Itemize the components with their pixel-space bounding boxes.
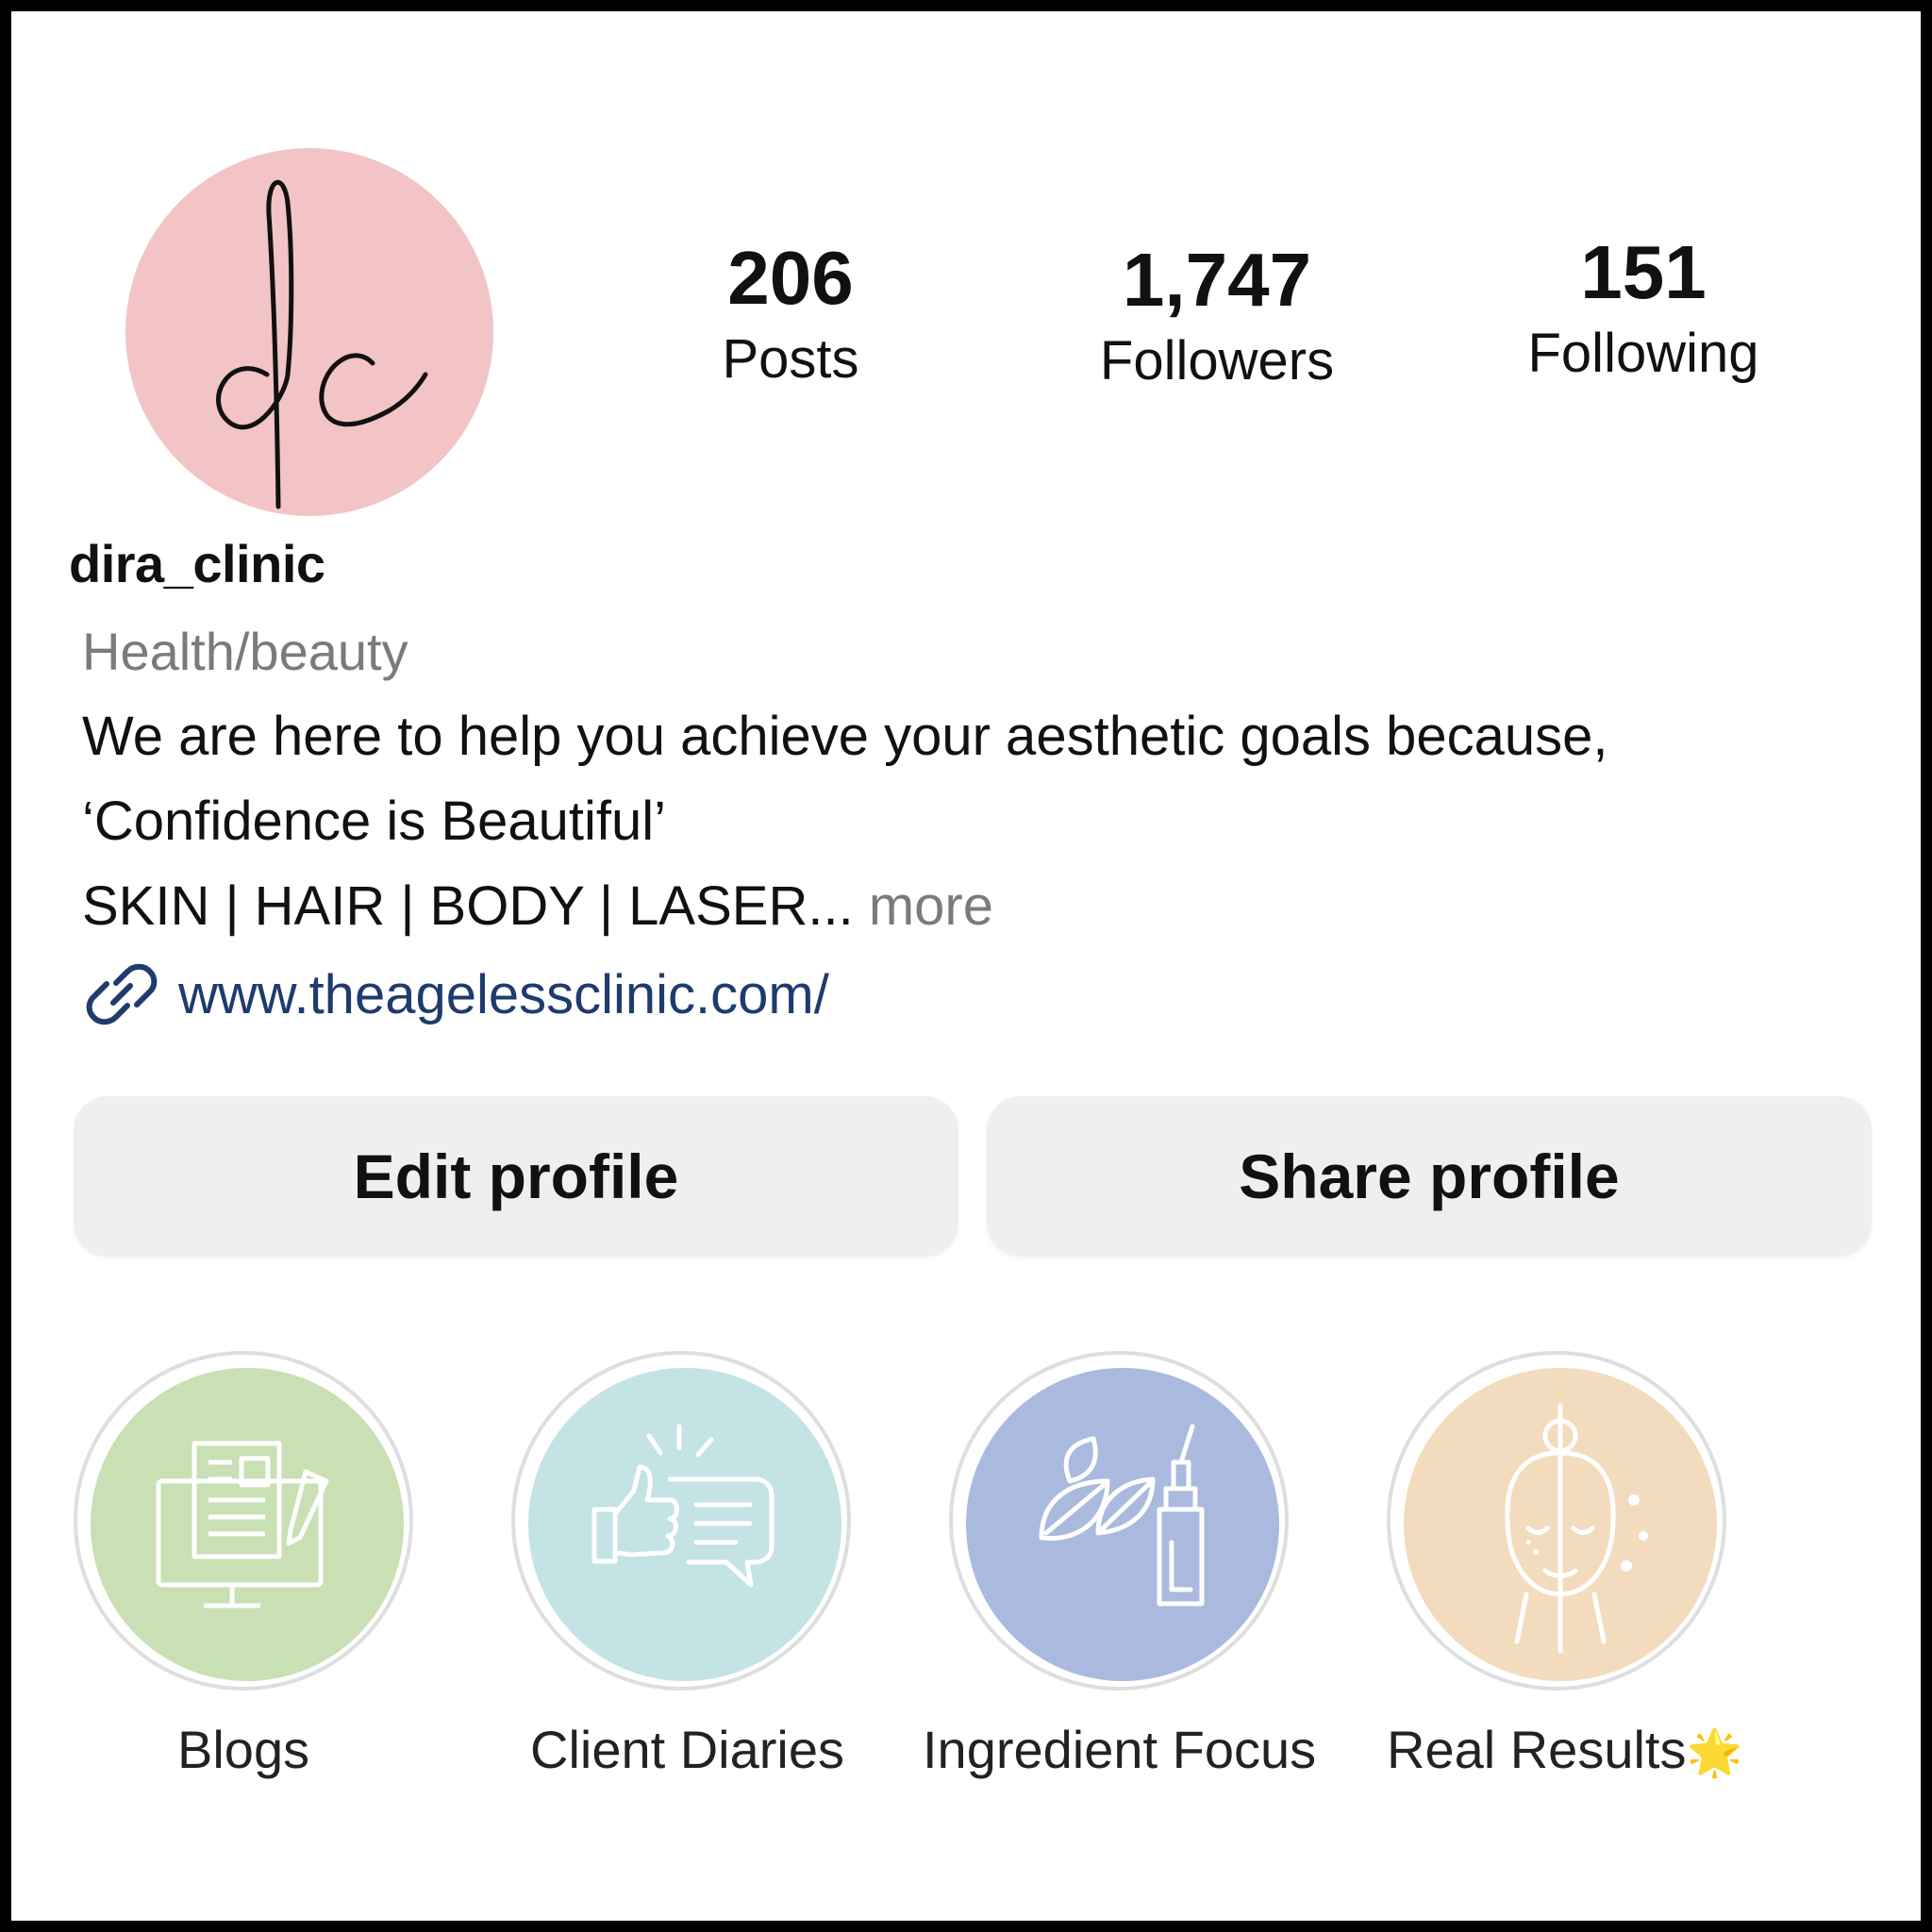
highlight-cover bbox=[91, 1368, 404, 1681]
followers-label: Followers bbox=[1099, 330, 1335, 391]
following-count: 151 bbox=[1580, 230, 1707, 314]
website-link[interactable]: www.theagelessclinic.com/ bbox=[82, 955, 829, 1034]
thumbs-up-chat-icon bbox=[591, 1424, 774, 1588]
following-label: Following bbox=[1527, 323, 1759, 384]
bio-line-3: SKIN | HAIR | BODY | LASER... more bbox=[82, 874, 993, 938]
highlight-ring bbox=[74, 1351, 413, 1690]
followers-stat[interactable]: 1,747 Followers bbox=[1075, 238, 1358, 394]
highlight-label-text: Real Results bbox=[1387, 1720, 1687, 1779]
username: dira_clinic bbox=[69, 534, 325, 593]
posts-label: Posts bbox=[722, 328, 859, 390]
highlight-label: Real Results🌟 bbox=[1387, 1719, 1742, 1780]
highlight-cover bbox=[966, 1368, 1279, 1681]
highlight-ring bbox=[1387, 1351, 1726, 1690]
blog-computer-icon bbox=[156, 1441, 329, 1608]
bio-line-2: ‘Confidence is Beautiful’ bbox=[82, 791, 667, 852]
face-icon bbox=[1505, 1403, 1648, 1654]
profile-category: Health/beauty bbox=[82, 622, 408, 681]
highlight-cover bbox=[1404, 1368, 1717, 1681]
link-icon bbox=[86, 963, 158, 1025]
highlight-label: Blogs bbox=[177, 1720, 310, 1779]
edit-profile-button[interactable]: Edit profile bbox=[74, 1096, 958, 1257]
avatar[interactable] bbox=[125, 148, 493, 516]
monogram-logo-icon bbox=[216, 179, 428, 509]
followers-count: 1,747 bbox=[1122, 238, 1312, 322]
highlight-cover bbox=[528, 1368, 841, 1681]
posts-stat[interactable]: 206 Posts bbox=[649, 236, 932, 392]
leaf-serum-icon bbox=[1039, 1424, 1205, 1607]
bio-line-1: We are here to help you achieve your aes… bbox=[82, 706, 1608, 767]
highlight-label: Ingredient Focus bbox=[923, 1720, 1317, 1779]
bio-line-3-text: SKIN | HAIR | BODY | LASER... bbox=[82, 875, 854, 937]
website-url: www.theagelessclinic.com/ bbox=[178, 963, 829, 1025]
highlight-label: Client Diaries bbox=[530, 1720, 844, 1779]
posts-count: 206 bbox=[727, 236, 854, 320]
following-stat[interactable]: 151 Following bbox=[1502, 230, 1785, 387]
profile-page: 206 Posts 1,747 Followers 151 Following … bbox=[11, 11, 1921, 1921]
highlight-ring bbox=[949, 1351, 1289, 1690]
star-emoji-icon: 🌟 bbox=[1686, 1728, 1743, 1778]
more-link[interactable]: more bbox=[854, 875, 993, 937]
highlight-ring bbox=[511, 1351, 851, 1690]
share-profile-button[interactable]: Share profile bbox=[987, 1096, 1872, 1257]
